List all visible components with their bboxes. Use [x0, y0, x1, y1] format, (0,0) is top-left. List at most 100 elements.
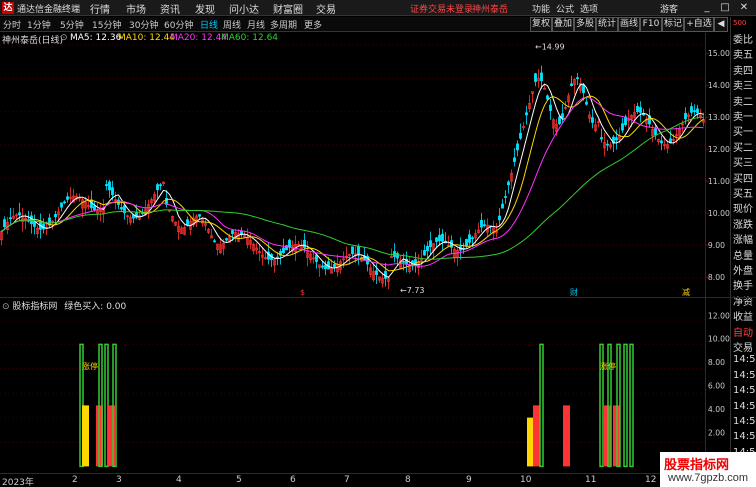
menu-hangqing[interactable]: 行情: [90, 1, 110, 16]
candle-body: [303, 239, 306, 248]
f10-button[interactable]: F10: [640, 17, 662, 32]
menu-caifuquan[interactable]: 财富圈: [273, 1, 303, 16]
candle-body: [105, 184, 108, 187]
menu-wenxiaoda[interactable]: 问小达: [229, 1, 259, 16]
date-axis-label: 6: [290, 475, 296, 485]
side-label: 14:50: [733, 400, 756, 412]
candle-body: [693, 110, 696, 112]
side-label: 14:50: [733, 369, 756, 381]
signal-bar: [539, 343, 544, 468]
chart-toolbar: 复权 叠加 多股 统计 画线 F10 标记 +自选 ◀: [530, 17, 730, 32]
date-axis-label: 12: [645, 475, 657, 485]
menu-shichang[interactable]: 市场: [126, 1, 146, 16]
menu-guest[interactable]: 游客: [660, 2, 678, 15]
period-weekly[interactable]: 周线: [223, 18, 241, 31]
ma5-label: MA5: 12.36: [70, 33, 122, 43]
candle-body: [582, 84, 585, 94]
ma20-label: MA20: 12.44: [170, 33, 228, 43]
candle-body: [570, 83, 573, 87]
menu-jiaoyi[interactable]: 交易: [316, 1, 336, 16]
period-1min[interactable]: 1分钟: [27, 18, 51, 31]
collapse-panel-button[interactable]: ◀: [714, 17, 728, 32]
app-name: 通达信金融终端: [17, 5, 81, 15]
app-logo-icon: 达: [2, 2, 14, 14]
candle-body: [54, 214, 57, 218]
candle-body: [108, 181, 111, 191]
menu-faxian[interactable]: 发现: [195, 1, 215, 16]
menu-xuanxiang[interactable]: 选项: [580, 2, 598, 15]
close-icon[interactable]: ✕: [737, 1, 751, 15]
draw-line-button[interactable]: 画线: [618, 17, 640, 32]
candle-body: [540, 72, 543, 82]
candle-body: [93, 205, 96, 211]
date-axis-label: 2023年: [2, 478, 34, 487]
maximize-icon[interactable]: □: [718, 1, 732, 15]
period-30min[interactable]: 30分钟: [129, 18, 158, 31]
minimize-icon[interactable]: _: [700, 1, 714, 15]
menu-gongneng[interactable]: 功能: [532, 2, 550, 15]
candle-body: [561, 113, 564, 118]
period-daily[interactable]: 日线: [200, 18, 218, 31]
candle-body: [525, 112, 528, 116]
period-5min[interactable]: 5分钟: [60, 18, 84, 31]
fuquan-button[interactable]: 复权: [530, 17, 552, 32]
side-label: 外盘: [733, 266, 753, 277]
candle-body: [471, 237, 474, 240]
candle-body: [546, 95, 549, 100]
candle-body: [63, 201, 66, 204]
indicator-axis-label: 2.00: [708, 428, 725, 437]
signal-bar: [533, 405, 540, 467]
event-marker: 减: [682, 287, 690, 297]
side-label: 涨幅: [733, 235, 753, 247]
side-label: 买三: [733, 158, 753, 170]
multi-stock-button[interactable]: 多股: [574, 17, 596, 32]
top-stock-name: 神州泰岳: [472, 5, 509, 15]
settings-circle-icon[interactable]: ⊙: [60, 33, 68, 43]
candle-body: [66, 196, 69, 200]
indicator-axis-label: 8.00: [708, 358, 725, 367]
candle-body: [621, 123, 624, 131]
trade-login-warning[interactable]: 证券交易未登录: [410, 2, 473, 15]
candle-body: [321, 265, 324, 268]
mark-button[interactable]: 标记: [662, 17, 684, 32]
indicator-chart[interactable]: ↑↑↑↑↑↑↑↑↑↑↑涨停涨停: [0, 308, 705, 473]
period-fenshi[interactable]: 分时: [3, 18, 21, 31]
indicator-divider: [0, 297, 756, 298]
candle-body: [315, 254, 318, 262]
candle-body: [111, 187, 114, 196]
side-label: 交易: [733, 343, 753, 354]
signal-bar: [629, 343, 634, 468]
date-axis: 2023年 2 3 4 5 6 7 8 9 10 11 12: [0, 473, 705, 487]
candle-body: [9, 217, 12, 220]
stats-button[interactable]: 统计: [596, 17, 618, 32]
period-more[interactable]: 更多: [304, 18, 322, 31]
candle-body: [507, 181, 510, 186]
watermark-title: 股票指标网: [664, 458, 730, 473]
overlay-button[interactable]: 叠加: [552, 17, 574, 32]
candle-body: [213, 240, 216, 243]
menu-zixun[interactable]: 资讯: [160, 1, 180, 16]
add-watchlist-button[interactable]: +自选: [684, 17, 714, 32]
side-label: 14:50: [733, 431, 756, 443]
candle-body: [480, 219, 483, 228]
date-axis-label: 9: [466, 475, 472, 485]
period-monthly[interactable]: 月线: [247, 18, 265, 31]
candle-body: [198, 214, 201, 217]
candle-body: [396, 253, 399, 259]
menu-gongshi[interactable]: 公式: [556, 2, 574, 15]
candle-body: [684, 112, 687, 120]
kline-chart[interactable]: ←14.99 ←7.73 $ 财 减: [0, 33, 705, 297]
price-axis-label: 12.00: [708, 145, 730, 154]
date-axis-label: 10: [520, 475, 532, 485]
candle-body: [426, 245, 429, 252]
candle-body: [696, 108, 699, 114]
candle-body: [402, 260, 405, 263]
period-15min[interactable]: 15分钟: [92, 18, 121, 31]
indicator-axis-label: 4.00: [708, 405, 725, 414]
signal-bar: [563, 405, 570, 467]
period-60min[interactable]: 60分钟: [164, 18, 193, 31]
candle-body: [282, 247, 285, 253]
period-multi[interactable]: 多周期: [270, 18, 297, 31]
price-axis-label: 10.00: [708, 209, 730, 218]
candle-body: [465, 239, 468, 247]
